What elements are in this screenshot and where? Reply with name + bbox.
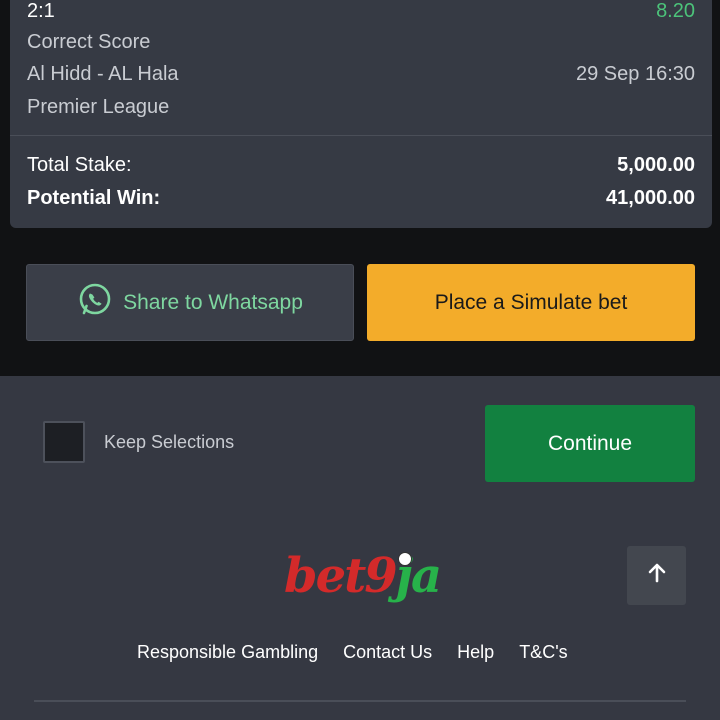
- place-simulate-bet-button[interactable]: Place a Simulate bet: [367, 264, 695, 341]
- event-datetime: 29 Sep 16:30: [576, 63, 695, 85]
- keep-selections-checkbox[interactable]: [43, 421, 85, 463]
- potential-win-row: Potential Win: 41,000.00: [27, 187, 695, 210]
- selection-score: 2:1: [27, 0, 55, 22]
- continue-label: Continue: [547, 431, 633, 455]
- league-name: Premier League: [27, 96, 170, 118]
- scroll-to-top-button[interactable]: [627, 546, 686, 605]
- potential-win-value: 41,000.00: [606, 187, 695, 209]
- share-whatsapp-label: Share to Whatsapp: [123, 290, 303, 314]
- total-stake-row: Total Stake: 5,000.00: [27, 154, 695, 177]
- footer-link-help[interactable]: Help: [457, 642, 494, 663]
- footer-divider: [34, 700, 686, 702]
- footer-link-contact-us[interactable]: Contact Us: [343, 642, 432, 663]
- selection-odds: 8.20: [656, 0, 695, 22]
- bet-slip-card: 2:1 8.20 Correct Score Al Hidd - AL Hala…: [10, 0, 712, 228]
- potential-win-label: Potential Win:: [27, 187, 161, 209]
- selection-row: 2:1 8.20: [27, 0, 695, 23]
- market-name: Correct Score: [27, 31, 151, 53]
- continue-button[interactable]: Continue: [485, 405, 695, 482]
- total-stake-value: 5,000.00: [617, 154, 695, 176]
- logo-text-bet: bet: [284, 548, 366, 604]
- event-name: Al Hidd - AL Hala: [27, 63, 179, 85]
- card-divider: [10, 135, 712, 136]
- whatsapp-icon: [77, 282, 113, 324]
- soccer-ball-icon: [398, 552, 412, 566]
- logo-text-nine: 9: [364, 548, 397, 604]
- total-stake-label: Total Stake:: [27, 154, 132, 176]
- place-simulate-bet-label: Place a Simulate bet: [434, 290, 628, 314]
- event-row: Al Hidd - AL Hala 29 Sep 16:30: [27, 63, 695, 86]
- bottom-panel: Keep Selections Continue bet9ja Responsi…: [0, 376, 720, 720]
- bet9ja-logo: bet9ja: [284, 544, 444, 608]
- arrow-up-icon: [646, 562, 668, 589]
- footer-link-responsible-gambling[interactable]: Responsible Gambling: [137, 642, 318, 663]
- footer-link-terms[interactable]: T&C's: [519, 642, 567, 663]
- footer-links: Responsible Gambling Contact Us Help T&C…: [137, 642, 568, 663]
- share-whatsapp-button[interactable]: Share to Whatsapp: [26, 264, 354, 341]
- keep-selections-label: Keep Selections: [104, 432, 235, 452]
